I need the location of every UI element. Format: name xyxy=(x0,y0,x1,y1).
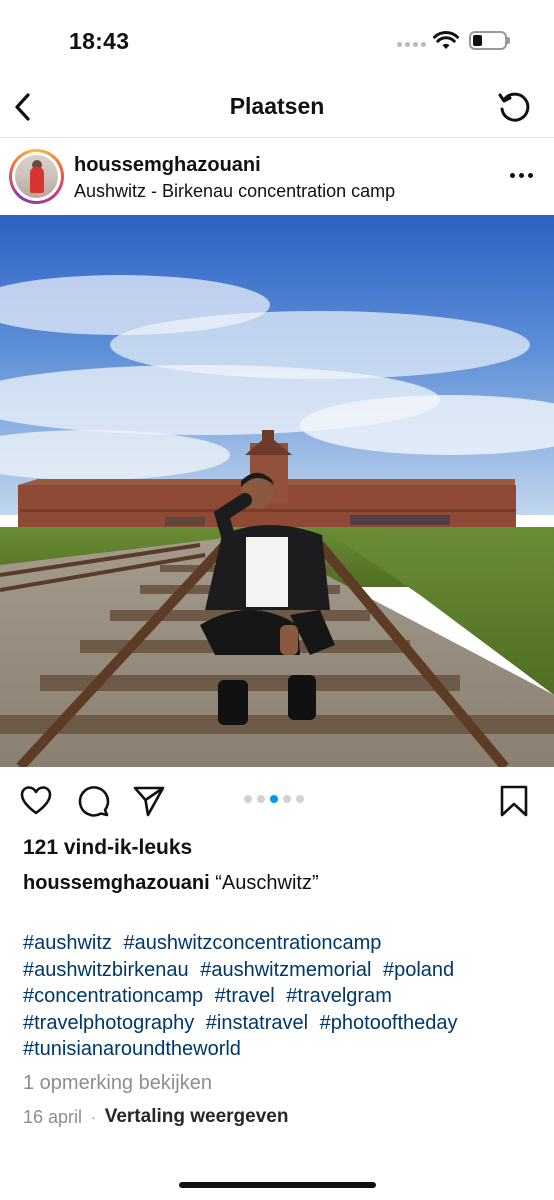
hashtag-link[interactable]: #travelphotography xyxy=(23,1012,194,1034)
home-indicator[interactable] xyxy=(179,1182,376,1188)
action-bar xyxy=(0,768,554,834)
signal-icon xyxy=(397,42,426,47)
hashtag-link[interactable]: #aushwitz xyxy=(23,932,112,954)
battery-nub xyxy=(507,37,510,44)
post-date: 16 april xyxy=(23,1106,83,1127)
carousel-dot xyxy=(283,795,291,803)
caption-username[interactable]: houssemghazouani xyxy=(23,872,210,894)
caption-text: “Auschwitz” xyxy=(215,872,319,894)
bookmark-icon[interactable] xyxy=(497,784,531,818)
post-meta: 16 april · Vertaling weergeven xyxy=(23,1106,288,1128)
status-bar: 18:43 xyxy=(0,0,554,80)
hashtag-link[interactable]: #concentrationcamp xyxy=(23,985,203,1007)
carousel-dot xyxy=(257,795,265,803)
hashtag-link[interactable]: #aushwitzbirkenau xyxy=(23,959,189,981)
battery-icon xyxy=(469,31,507,50)
post-photo xyxy=(0,215,554,767)
status-time: 18:43 xyxy=(69,28,130,54)
story-ring[interactable] xyxy=(9,149,64,204)
hashtag-link[interactable]: #instatravel xyxy=(206,1012,308,1034)
post-header: houssemghazouani Aushwitz - Birkenau con… xyxy=(0,139,554,215)
hashtag-link[interactable]: #travelgram xyxy=(286,985,392,1007)
likes-count[interactable]: 121 vind-ik-leuks xyxy=(23,836,192,860)
post-image[interactable] xyxy=(0,215,554,767)
hashtag-link[interactable]: #travel xyxy=(215,985,275,1007)
nav-header: Plaatsen xyxy=(0,80,554,138)
carousel-dot xyxy=(244,795,252,803)
meta-separator: · xyxy=(91,1109,96,1125)
share-icon[interactable] xyxy=(132,784,166,818)
avatar[interactable] xyxy=(15,155,58,198)
caption: houssemghazouani “Auschwitz” xyxy=(23,872,319,895)
more-icon[interactable] xyxy=(510,173,533,178)
heart-icon[interactable] xyxy=(19,784,53,818)
hashtags: #aushwitz #aushwitzconcentrationcamp #au… xyxy=(23,930,543,1063)
hashtag-link[interactable]: #aushwitzconcentrationcamp xyxy=(124,932,382,954)
comment-icon[interactable] xyxy=(76,784,110,818)
page-title: Plaatsen xyxy=(229,93,325,119)
wifi-icon xyxy=(433,31,459,49)
carousel-indicator xyxy=(244,795,304,803)
carousel-dot xyxy=(296,795,304,803)
carousel-dot-active xyxy=(270,795,278,803)
hashtag-link[interactable]: #tunisianaroundtheworld xyxy=(23,1038,241,1060)
post-location[interactable]: Aushwitz - Birkenau concentration camp xyxy=(74,181,395,202)
translate-link[interactable]: Vertaling weergeven xyxy=(105,1106,289,1128)
view-comments-link[interactable]: 1 opmerking bekijken xyxy=(23,1072,212,1095)
post-username[interactable]: houssemghazouani xyxy=(74,154,261,177)
hashtag-link[interactable]: #photooftheday xyxy=(320,1012,458,1034)
hashtag-link[interactable]: #aushwitzmemorial xyxy=(200,959,371,981)
hashtag-link[interactable]: #poland xyxy=(383,959,454,981)
refresh-icon[interactable] xyxy=(496,89,532,125)
